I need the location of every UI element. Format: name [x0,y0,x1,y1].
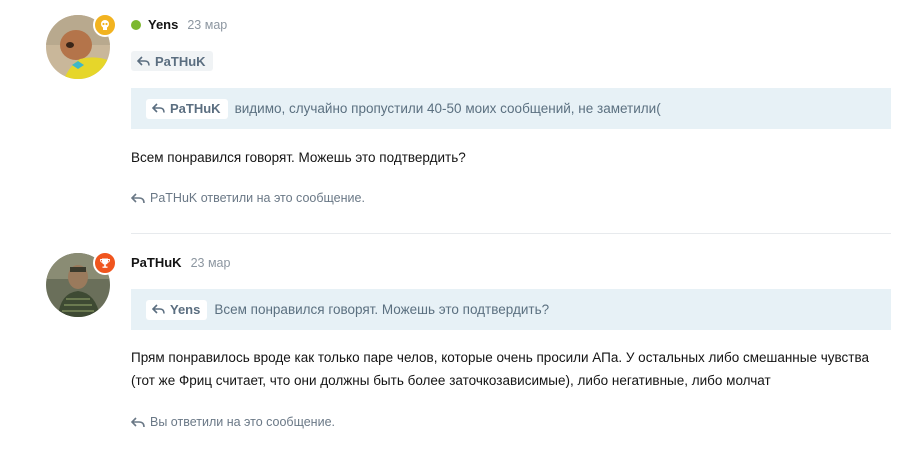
quote-author-chip[interactable]: Yens [146,299,208,320]
message-text: Всем понравился говорят. Можешь это подт… [131,150,466,165]
online-indicator [131,19,141,30]
reply-arrow-icon [152,103,165,114]
message-line: Прям понравилось вроде как только паре ч… [131,350,869,365]
author-name[interactable]: PaTHuK [131,255,182,270]
quote-author-chip[interactable]: PaTHuK [146,98,228,119]
mention-chip-label: PaTHuK [155,53,206,69]
post-date[interactable]: 23 мар [187,18,227,32]
author-name[interactable]: Yens [148,17,178,32]
message-text: Прям понравилось вроде как только паре ч… [131,346,901,392]
mention-chip[interactable]: PaTHuK [131,51,213,71]
post-date[interactable]: 23 мар [191,256,231,270]
replied-note-text: Вы ответили на это сообщение. [150,415,335,429]
replied-note-text: PaTHuK ответили на это сообщение. [150,191,365,205]
quote-block[interactable]: PaTHuK видимо, случайно пропустили 40-50… [131,88,891,129]
replied-note[interactable]: Вы ответили на это сообщение. [131,415,335,429]
skull-badge-icon [93,13,117,37]
quote-text: видимо, случайно пропустили 40-50 моих с… [234,101,661,116]
quote-text: Всем понравился говорят. Можешь это подт… [214,302,550,317]
reply-arrow-icon [131,416,145,427]
post-header: Yens 23 мар [131,17,227,32]
reply-arrow-icon [131,192,145,203]
post-header: PaTHuK 23 мар [131,255,230,270]
trophy-badge-icon [93,251,117,275]
quote-author: PaTHuK [170,101,221,116]
replied-note[interactable]: PaTHuK ответили на это сообщение. [131,191,365,205]
post-divider [131,233,891,234]
reply-arrow-icon [137,55,150,67]
message-line: (тот же Фриц считает, что они должны быт… [131,373,771,388]
reply-arrow-icon [152,304,165,315]
quote-block[interactable]: Yens Всем понравился говорят. Можешь это… [131,289,891,330]
quote-author: Yens [170,302,201,317]
